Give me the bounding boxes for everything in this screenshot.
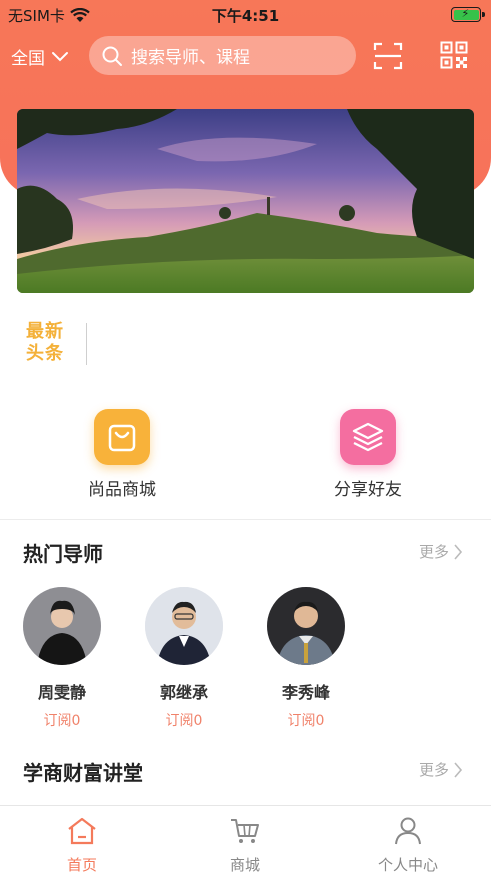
more-label: 更多	[418, 761, 449, 779]
cart-icon	[231, 819, 259, 843]
mentor-subscribe-count: 订阅0	[287, 713, 325, 729]
region-selector[interactable]: 全国	[11, 44, 69, 69]
region-label: 全国	[11, 49, 45, 69]
hot-mentors-title: 热门导师	[23, 542, 103, 566]
home-icon	[68, 817, 96, 845]
shortcut-mall-label: 尚品商城	[88, 480, 156, 500]
chevron-down-icon	[52, 51, 68, 61]
search-placeholder: 搜索导师、课程	[131, 48, 250, 68]
headline-line2: 头条	[26, 343, 64, 364]
avatar	[23, 587, 101, 665]
headline-divider	[86, 323, 87, 365]
lecture-hall-title: 学商财富讲堂	[23, 761, 143, 785]
mentor-name: 李秀峰	[281, 683, 330, 702]
section-divider	[0, 519, 491, 520]
mentor-subscribe-count: 订阅0	[43, 713, 81, 729]
search-input[interactable]: 搜索导师、课程	[89, 36, 356, 75]
battery-icon: ⚡	[451, 7, 485, 22]
banner-landscape	[17, 109, 474, 293]
scan-icon[interactable]	[373, 41, 403, 71]
shortcut-share-label: 分享好友	[334, 480, 402, 500]
tab-mall[interactable]: 商城	[195, 816, 295, 875]
tab-bar: 首页 商城 个人中心	[0, 805, 491, 877]
search-row: 全国 搜索导师、课程	[0, 36, 491, 76]
avatar	[145, 587, 223, 665]
tab-profile-label: 个人中心	[377, 856, 438, 874]
qr-code-icon[interactable]	[440, 41, 468, 69]
headline-text: 最新 头条	[26, 321, 64, 365]
headline-badge[interactable]: 最新 头条	[18, 319, 90, 367]
tab-home[interactable]: 首页	[32, 816, 132, 875]
lecture-hall-more-link[interactable]: 更多	[419, 759, 463, 780]
tab-home-label: 首页	[66, 856, 97, 874]
mentor-card[interactable]: 李秀峰 订阅0	[263, 587, 349, 730]
status-time: 下午4:51	[211, 7, 280, 25]
mentor-card[interactable]: 郭继承 订阅0	[141, 587, 227, 730]
mentor-name: 郭继承	[159, 683, 208, 702]
chevron-right-icon	[454, 543, 463, 560]
more-label: 更多	[418, 543, 449, 561]
search-icon	[102, 46, 122, 66]
app-screen: 无SIM卡 下午4:51 ⚡ 全国 搜索导师、课程 最新 头条 尚品商城 分享好…	[0, 0, 491, 877]
banner-image[interactable]	[17, 109, 474, 293]
status-bar: 无SIM卡 下午4:51 ⚡	[0, 0, 491, 30]
headline-line1: 最新	[26, 321, 64, 342]
mentor-subscribe-count: 订阅0	[165, 713, 203, 729]
person-icon	[395, 817, 421, 845]
shopping-bag-icon	[94, 409, 150, 465]
mentor-card[interactable]: 周雯静 订阅0	[19, 587, 105, 730]
mentor-name: 周雯静	[37, 683, 86, 702]
layers-icon	[340, 409, 396, 465]
avatar	[267, 587, 345, 665]
tab-profile[interactable]: 个人中心	[358, 816, 458, 875]
shortcut-share[interactable]: 分享好友	[308, 409, 428, 500]
shortcut-mall[interactable]: 尚品商城	[62, 409, 182, 500]
chevron-right-icon	[454, 761, 463, 778]
hot-mentors-more-link[interactable]: 更多	[419, 541, 463, 562]
tab-mall-label: 商城	[229, 856, 260, 874]
